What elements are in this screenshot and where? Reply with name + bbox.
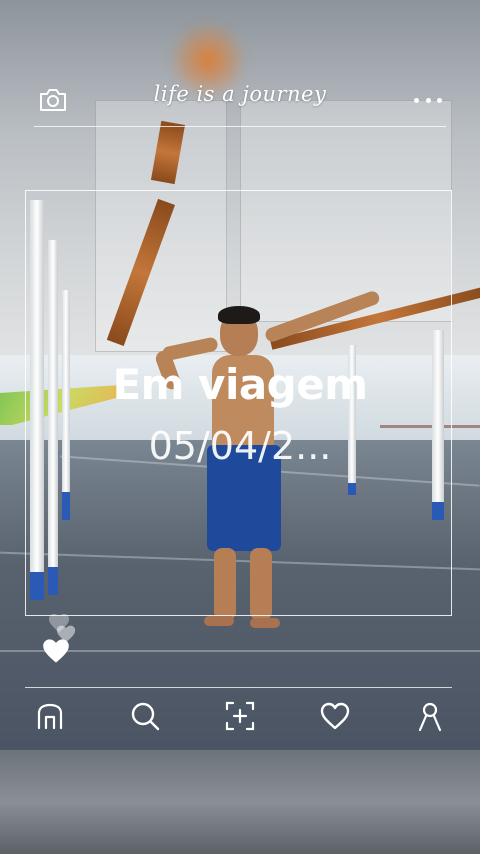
nav-likes[interactable] — [317, 698, 353, 734]
top-divider — [34, 126, 446, 127]
post-date: 05/04/2... — [148, 424, 332, 468]
camera-icon[interactable] — [38, 86, 68, 114]
search-icon — [131, 702, 160, 731]
heart-icon[interactable] — [42, 638, 70, 664]
brand-logo: life is a journey — [153, 82, 327, 106]
nav-add-post[interactable] — [222, 698, 258, 734]
nav-profile[interactable] — [412, 698, 448, 734]
add-post-icon — [225, 701, 255, 731]
profile-icon — [418, 702, 442, 732]
heart-icon — [320, 702, 350, 730]
post-title: Em viagem — [112, 360, 368, 409]
top-bar: life is a journey — [34, 80, 446, 124]
like-area[interactable] — [40, 608, 80, 668]
bottom-nav — [20, 694, 460, 738]
nav-home[interactable] — [32, 698, 68, 734]
bottom-divider — [25, 687, 452, 688]
nav-search[interactable] — [127, 698, 163, 734]
more-dots-icon[interactable] — [414, 88, 442, 112]
home-icon — [37, 703, 63, 730]
